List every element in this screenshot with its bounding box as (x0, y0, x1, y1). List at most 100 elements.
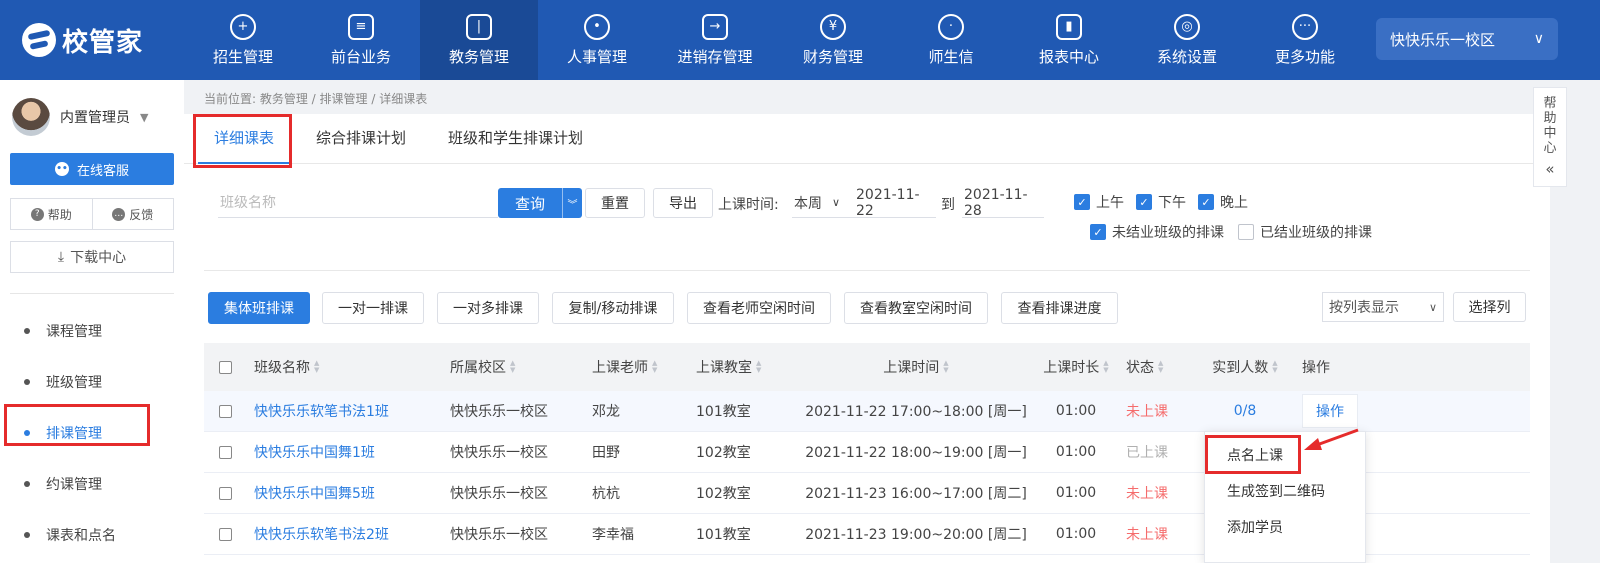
sidebar-item-classes[interactable]: 班级管理 (0, 356, 184, 407)
chevron-down-icon: ∨ (1428, 300, 1437, 314)
tab-bar: 详细课表 综合排课计划 班级和学生排课计划 (184, 114, 1550, 164)
group-schedule-button[interactable]: 集体班排课 (208, 292, 310, 324)
unfinished-classes-checkbox[interactable]: ✓ 未结业班级的排课 (1090, 222, 1224, 242)
date-to-input[interactable]: 2021-11-28 (962, 187, 1044, 219)
view-mode-select[interactable]: 按列表显示 ∨ (1322, 292, 1444, 322)
double-chevron-down-icon[interactable]: ︾ (562, 188, 582, 218)
tab-overall-plan[interactable]: 综合排课计划 (300, 114, 422, 164)
row-checkbox[interactable] (218, 445, 232, 459)
nav-item-enrollment[interactable]: + 招生管理 (184, 0, 302, 80)
date-from-input[interactable]: 2021-11-22 (854, 187, 936, 219)
nav-item-more[interactable]: ··· 更多功能 (1246, 0, 1364, 80)
collapse-icon[interactable]: « (1545, 162, 1554, 177)
nav-item-hr[interactable]: • 人事管理 (538, 0, 656, 80)
time-cell: 2021-11-23 16:00~17:00 [周二] (805, 486, 1027, 502)
campus-cell: 快快乐乐一校区 (450, 404, 548, 420)
copy-move-button[interactable]: 复制/移动排课 (552, 292, 674, 324)
help-button[interactable]: ? 帮助 (11, 199, 92, 229)
header-room[interactable]: 上课教室 ▲ ▼ (696, 357, 800, 377)
download-icon: ⤓ (57, 249, 65, 265)
sidebar-item-timetable[interactable]: 课表和点名 (0, 509, 184, 560)
class-time-label: 上课时间: (718, 197, 779, 213)
class-name-link[interactable]: 快快乐乐软笔书法1班 (246, 401, 450, 421)
login-box-icon: → (702, 13, 728, 40)
download-center-button[interactable]: ⤓ 下载中心 (10, 241, 174, 273)
nav-item-reports[interactable]: ▮ 报表中心 (1010, 0, 1128, 80)
row-checkbox[interactable] (218, 404, 232, 418)
sidebar-item-booking[interactable]: 约课管理 (0, 458, 184, 509)
schedule-progress-button[interactable]: 查看排课进度 (1001, 292, 1118, 324)
duration-cell: 01:00 (1055, 526, 1097, 542)
class-name-input[interactable]: 班级名称 (218, 188, 498, 218)
online-service-button[interactable]: •• 在线客服 (10, 153, 174, 185)
room-cell: 102教室 (696, 486, 751, 502)
tab-detailed-schedule[interactable]: 详细课表 (198, 114, 291, 164)
sort-icon: ▲ ▼ (510, 359, 516, 374)
operation-button[interactable]: 操作 (1302, 394, 1358, 428)
sort-icon: ▲ ▼ (1272, 359, 1278, 374)
morning-checkbox[interactable]: ✓ 上午 (1074, 192, 1124, 212)
nav-item-front-desk[interactable]: ≡ 前台业务 (302, 0, 420, 80)
class-name-link[interactable]: 快快乐乐中国舞1班 (246, 442, 450, 462)
logo-icon (22, 23, 56, 57)
evening-checkbox[interactable]: ✓ 晚上 (1198, 192, 1248, 212)
question-icon: ? (30, 207, 44, 221)
header-attendance[interactable]: 实到人数 ▲ ▼ (1196, 357, 1294, 377)
avatar (12, 98, 50, 136)
check-icon: ✓ (1136, 194, 1152, 210)
sidebar-item-scheduling[interactable]: 排课管理 (0, 407, 184, 458)
bullet-icon (24, 378, 30, 385)
sort-icon: ▲ ▼ (314, 359, 320, 374)
nav-item-academic[interactable]: | 教务管理 (420, 0, 538, 80)
user-menu[interactable]: 内置管理员 ▼ (12, 98, 148, 136)
choose-columns-button[interactable]: 选择列 (1453, 292, 1526, 322)
header-status[interactable]: 状态 ▲ ▼ (1120, 357, 1196, 377)
generate-qr-menu-item[interactable]: 生成签到二维码 (1205, 473, 1365, 509)
sort-icon: ▲ ▼ (652, 359, 658, 374)
nav-item-inventory[interactable]: → 进销存管理 (656, 0, 774, 80)
one-to-one-button[interactable]: 一对一排课 (322, 292, 424, 324)
period-select[interactable]: 本周 ∨ (792, 188, 856, 218)
teacher-free-time-button[interactable]: 查看老师空闲时间 (687, 292, 831, 324)
duration-cell: 01:00 (1055, 444, 1097, 460)
header-time[interactable]: 上课时间 ▲ ▼ (800, 357, 1032, 377)
campus-select[interactable]: 快快乐乐一校区 ∨ (1376, 18, 1558, 60)
app-logo[interactable]: 校管家 (22, 20, 143, 60)
book-icon: | (466, 13, 492, 40)
feedback-button[interactable]: … 反馈 (91, 199, 174, 229)
room-free-time-button[interactable]: 查看教室空闲时间 (844, 292, 988, 324)
status-cell: 已上课 (1126, 445, 1168, 461)
reset-button[interactable]: 重置 (585, 188, 645, 218)
filter-divider (204, 270, 1530, 271)
sidebar-item-courses[interactable]: 课程管理 (0, 305, 184, 356)
finished-classes-checkbox[interactable]: 已结业班级的排课 (1238, 222, 1372, 242)
teacher-cell: 邓龙 (592, 404, 620, 420)
nav-item-finance[interactable]: ¥ 财务管理 (774, 0, 892, 80)
nav-item-settings[interactable]: ◎ 系统设置 (1128, 0, 1246, 80)
more-icon: ··· (1292, 13, 1318, 40)
tab-class-student-plan[interactable]: 班级和学生排课计划 (432, 114, 599, 164)
export-button[interactable]: 导出 (653, 188, 713, 218)
header-campus[interactable]: 所属校区 ▲ ▼ (450, 357, 592, 377)
class-name-link[interactable]: 快快乐乐中国舞5班 (246, 483, 450, 503)
add-student-menu-item[interactable]: 添加学员 (1205, 509, 1365, 545)
class-name-link[interactable]: 快快乐乐软笔书法2班 (246, 524, 450, 544)
date-separator: 到 (941, 197, 955, 213)
help-center-tab[interactable]: 帮 助 中 心 « (1533, 87, 1567, 187)
header-teacher[interactable]: 上课老师 ▲ ▼ (592, 357, 696, 377)
header-duration[interactable]: 上课时长 ▲ ▼ (1032, 357, 1120, 377)
attendance-link[interactable]: 0/8 (1196, 403, 1294, 419)
select-all-checkbox[interactable] (218, 360, 232, 374)
header-class-name[interactable]: 班级名称 ▲ ▼ (246, 357, 450, 377)
help-feedback-row: ? 帮助 … 反馈 (10, 198, 174, 230)
row-checkbox[interactable] (218, 486, 232, 500)
teacher-cell: 田野 (592, 445, 620, 461)
chevron-down-icon: ∨ (1533, 31, 1544, 47)
query-button[interactable]: 查询 ︾ (498, 188, 582, 218)
row-checkbox[interactable] (218, 527, 232, 541)
filter-bar: 班级名称 查询 ︾ 重置 导出 上课时间: 本周 ∨ 2021-11-22 到 … (204, 184, 1534, 241)
nav-item-messages[interactable]: · 师生信 (892, 0, 1010, 80)
one-to-many-button[interactable]: 一对多排课 (437, 292, 539, 324)
afternoon-checkbox[interactable]: ✓ 下午 (1136, 192, 1186, 212)
sidebar-menu: 课程管理 班级管理 排课管理 约课管理 课表和点名 (0, 305, 184, 560)
